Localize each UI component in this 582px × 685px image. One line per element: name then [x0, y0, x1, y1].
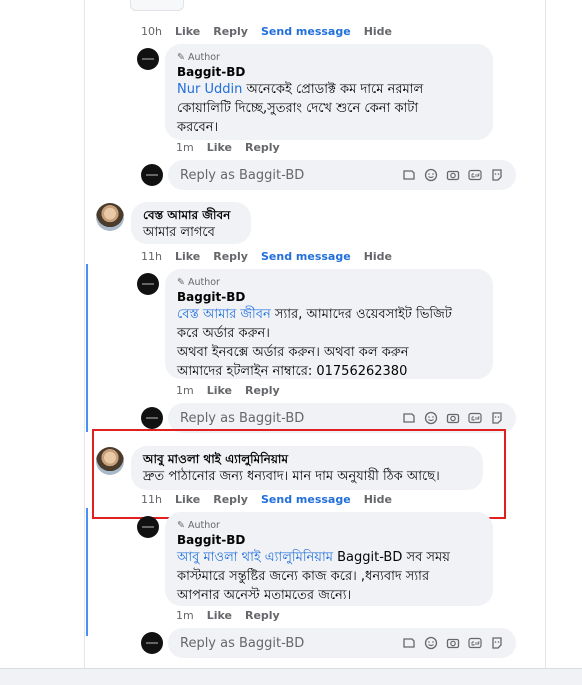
comment-author[interactable]: Baggit-BD	[177, 289, 481, 305]
reply-button[interactable]: Reply	[245, 609, 280, 622]
pencil-icon: ✎	[177, 51, 185, 63]
camera-icon[interactable]	[446, 636, 460, 650]
highlight-box	[92, 429, 506, 519]
reply-placeholder: Reply as Baggit-BD	[180, 410, 305, 426]
comment-text-line: করে অর্ডার করুন।	[177, 326, 270, 341]
comment-text: Nur Uddin অনেকেই প্রোডাক্ট কম দামে নরমাল…	[177, 80, 481, 137]
author-tag-label: Author	[187, 51, 220, 63]
emoji-icon[interactable]	[424, 636, 438, 650]
camera-icon[interactable]	[446, 168, 460, 182]
comment-text: আমার লাগবে	[143, 225, 215, 240]
avatar	[141, 164, 163, 186]
comment-bubble: বেস্ত আমার জীবন আমার লাগবে	[131, 202, 251, 244]
comment-actions: 11h Like Reply Send message Hide	[141, 248, 392, 264]
avatar-sticker-icon[interactable]	[490, 168, 504, 182]
author-tag-label: Author	[187, 519, 220, 531]
reply-input[interactable]: Reply as Baggit-BD	[168, 160, 516, 190]
comment-actions: 1m Like Reply	[176, 607, 280, 623]
emoji-icon[interactable]	[424, 411, 438, 425]
reply-placeholder: Reply as Baggit-BD	[180, 635, 305, 651]
comment-actions: 1m Like Reply	[176, 382, 280, 398]
thread-line	[86, 508, 88, 636]
avatar[interactable]	[137, 516, 159, 538]
like-button[interactable]: Like	[175, 25, 200, 38]
reply-placeholder: Reply as Baggit-BD	[180, 167, 305, 183]
avatar[interactable]	[137, 273, 159, 295]
comment-text-line: কোয়ালিটি দিচ্ছে,সুতরাং দেখে শুনে কেনা ক…	[177, 101, 419, 116]
avatar-sticker-icon[interactable]	[490, 636, 504, 650]
comment-author[interactable]: বেস্ত আমার জীবন	[143, 207, 239, 223]
like-button[interactable]: Like	[207, 384, 232, 397]
gif-icon[interactable]	[468, 411, 482, 425]
gif-icon[interactable]	[468, 168, 482, 182]
avatar-sticker-icon[interactable]	[490, 411, 504, 425]
mention-link[interactable]: Nur Uddin	[177, 82, 242, 97]
comment-text: আবু মাওলা থাই এ্যালুমিনিয়াম Baggit-BD স…	[177, 548, 481, 605]
comment-actions: 1m Like Reply	[176, 139, 280, 155]
bottom-bar	[0, 668, 582, 685]
avatar[interactable]	[137, 48, 159, 70]
author-tag-label: Author	[187, 276, 220, 288]
like-button[interactable]: Like	[175, 250, 200, 263]
reply-button[interactable]: Reply	[245, 141, 280, 154]
pencil-icon: ✎	[177, 519, 185, 531]
send-message-button[interactable]: Send message	[261, 250, 351, 263]
avatar	[141, 632, 163, 654]
comment-text-line: করবেন।	[177, 120, 219, 135]
avatar[interactable]	[96, 203, 124, 231]
comment-bubble: ✎ Author Baggit-BD বেস্ত আমার জীবন স্যার…	[165, 269, 493, 379]
thread-line	[86, 264, 88, 432]
comment-text-line: আমাদের হটলাইন নাম্বারে: 01756262380	[177, 364, 408, 379]
comment-text-line: অথবা ইনবক্সে অর্ডার করুন। অথবা কল করুন	[177, 345, 409, 360]
hide-button[interactable]: Hide	[364, 25, 392, 38]
comment-text-line: স্যার, আমাদের ওয়েবসাইট ভিজিট	[274, 307, 452, 322]
comment-author[interactable]: Baggit-BD	[177, 532, 481, 548]
author-badge: ✎ Author	[177, 518, 481, 532]
comment-text-line: অনেকেই প্রোডাক্ট কম দামে নরমাল	[246, 82, 424, 97]
comment-text: বেস্ত আমার জীবন স্যার, আমাদের ওয়েবসাইট …	[177, 305, 481, 381]
comment-text-line: কাস্টমারে সন্তুষ্টির জন্যে কাজ করে। ,ধন্…	[177, 569, 430, 584]
comment-text-line: আপনার অনেস্ট মতামতের জন্যে।	[177, 588, 352, 603]
like-button[interactable]: Like	[207, 609, 232, 622]
sticker-icon[interactable]	[402, 411, 416, 425]
emoji-icon[interactable]	[424, 168, 438, 182]
attachment-image[interactable]	[130, 0, 184, 11]
comment-time[interactable]: 10h	[141, 25, 162, 38]
gif-icon[interactable]	[468, 636, 482, 650]
author-badge: ✎ Author	[177, 50, 481, 64]
avatar	[141, 407, 163, 429]
comment-time[interactable]: 1m	[176, 609, 194, 622]
send-message-button[interactable]: Send message	[261, 25, 351, 38]
sticker-icon[interactable]	[402, 636, 416, 650]
like-button[interactable]: Like	[207, 141, 232, 154]
comment-author[interactable]: Baggit-BD	[177, 64, 481, 80]
comment-text-line: Baggit-BD সব সময়	[337, 550, 450, 565]
comment-time[interactable]: 11h	[141, 250, 162, 263]
pencil-icon: ✎	[177, 276, 185, 288]
reply-button[interactable]: Reply	[245, 384, 280, 397]
sticker-icon[interactable]	[402, 168, 416, 182]
comment-actions: 10h Like Reply Send message Hide	[141, 23, 392, 39]
reply-button[interactable]: Reply	[213, 25, 248, 38]
hide-button[interactable]: Hide	[364, 250, 392, 263]
comment-time[interactable]: 1m	[176, 141, 194, 154]
reply-input[interactable]: Reply as Baggit-BD	[168, 628, 516, 658]
comment-time[interactable]: 1m	[176, 384, 194, 397]
author-badge: ✎ Author	[177, 275, 481, 289]
camera-icon[interactable]	[446, 411, 460, 425]
mention-link[interactable]: আবু মাওলা থাই এ্যালুমিনিয়াম	[177, 550, 333, 565]
mention-link[interactable]: বেস্ত আমার জীবন	[177, 307, 271, 322]
comment-bubble: ✎ Author Baggit-BD আবু মাওলা থাই এ্যালুম…	[165, 512, 493, 606]
comment-bubble: ✎ Author Baggit-BD Nur Uddin অনেকেই প্রো…	[165, 44, 493, 140]
reply-button[interactable]: Reply	[213, 250, 248, 263]
